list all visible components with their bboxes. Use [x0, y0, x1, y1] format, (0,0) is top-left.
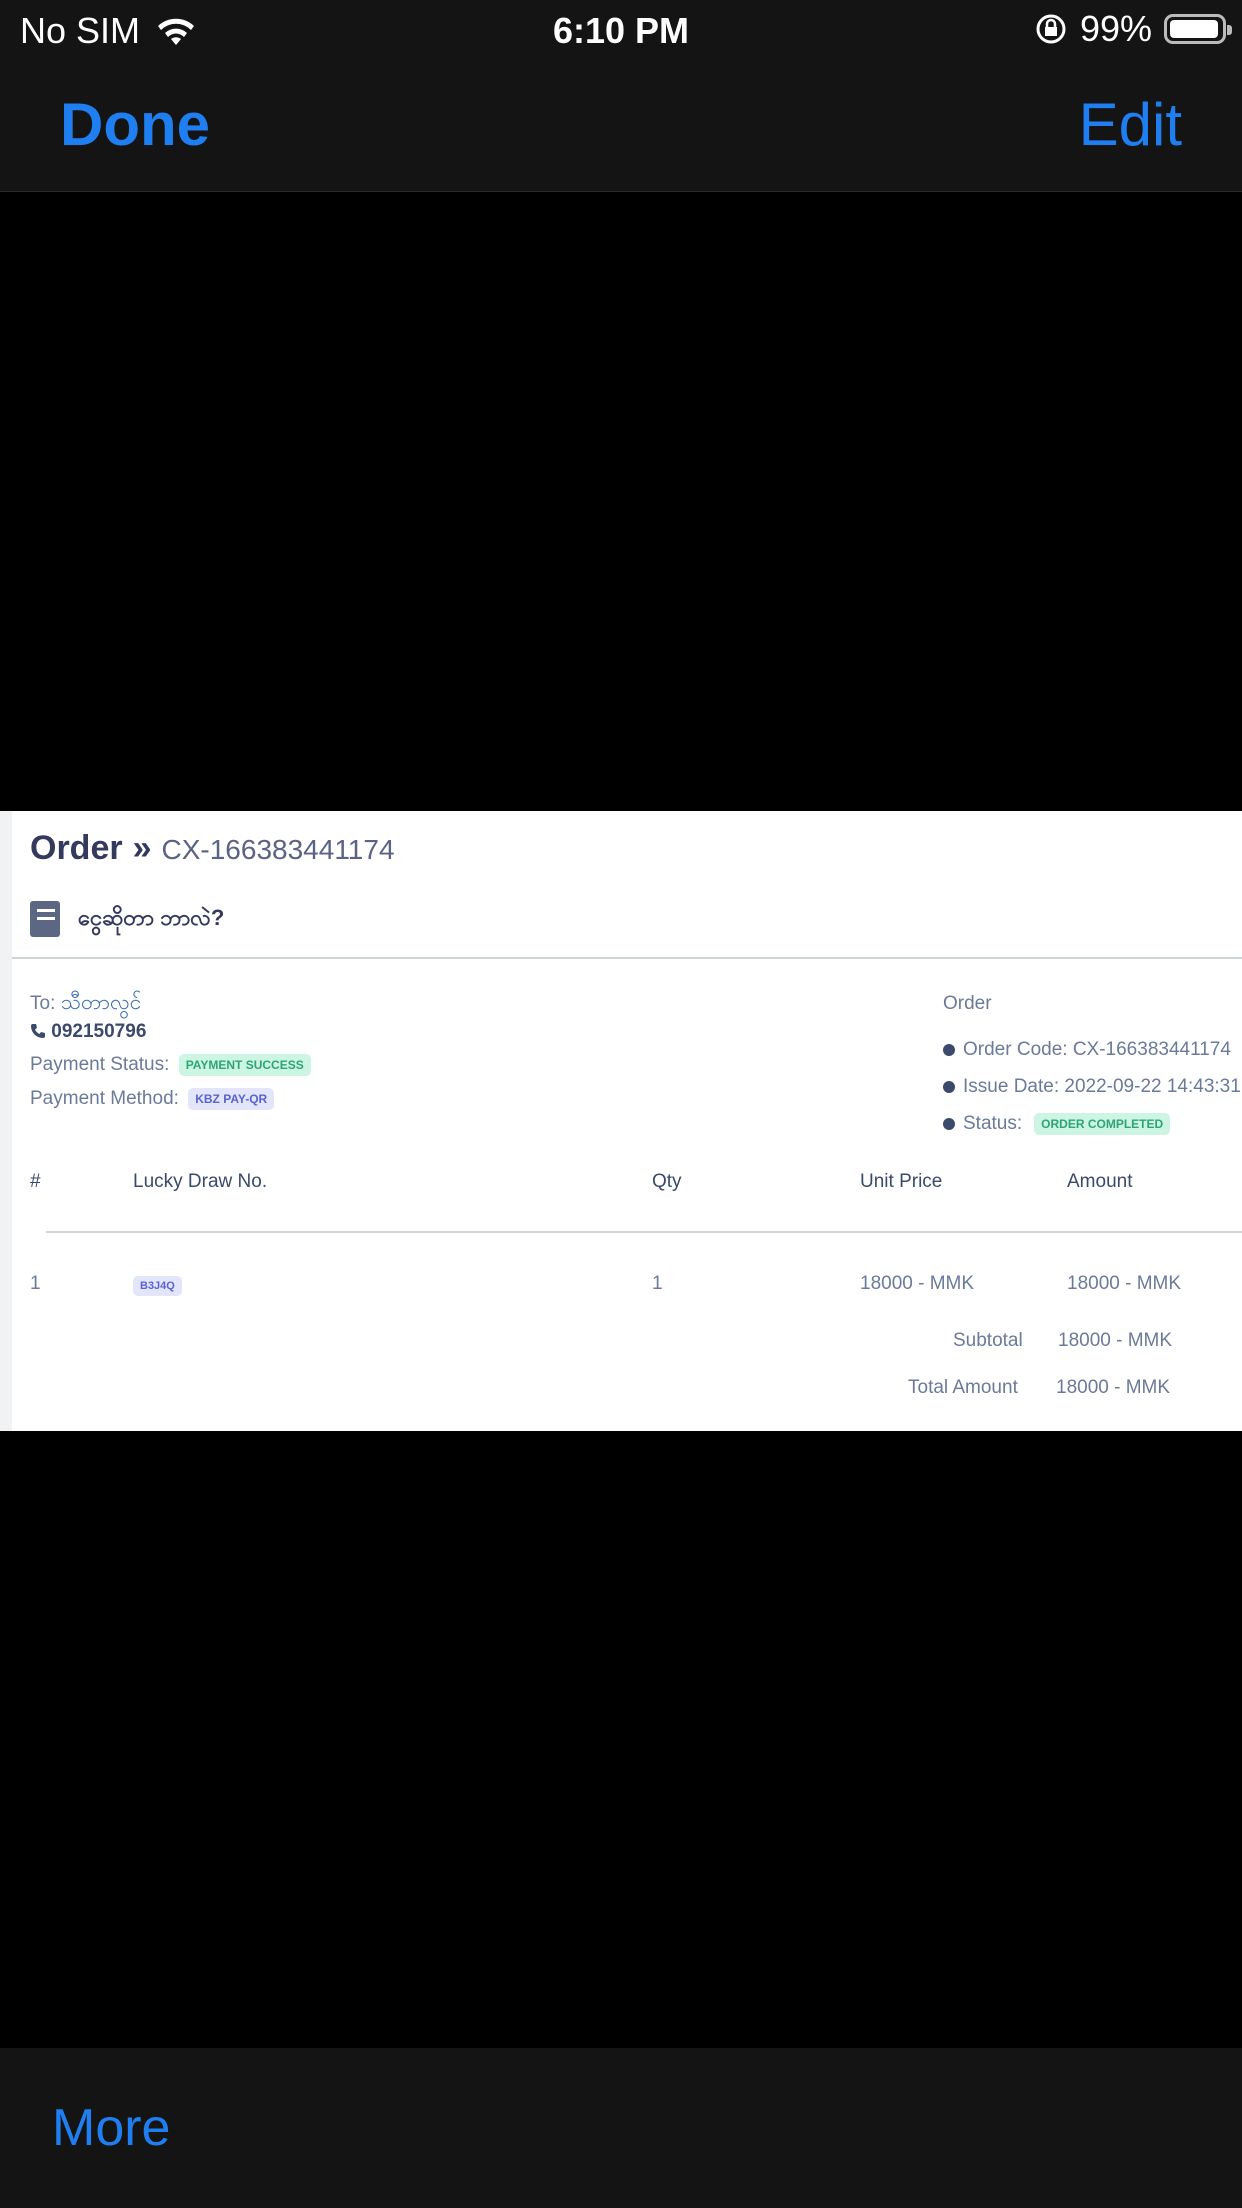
row-qty: 1	[652, 1273, 663, 1294]
payment-status: Payment Status: PAYMENT SUCCESS	[30, 1054, 311, 1076]
divider	[12, 957, 1242, 959]
col-header-qty: Qty	[652, 1171, 682, 1192]
order-status-badge: ORDER COMPLETED	[1034, 1112, 1171, 1135]
book-icon	[30, 901, 60, 937]
col-header-num: #	[30, 1171, 41, 1192]
status-line: Status: ORDER COMPLETED	[943, 1105, 1241, 1142]
col-header-lucky-draw: Lucky Draw No.	[133, 1171, 268, 1192]
order-info-heading: Order	[943, 993, 992, 1014]
done-button[interactable]: Done	[60, 90, 210, 159]
issue-date-text: Issue Date: 2022-09-22 14:43:31	[963, 1075, 1241, 1097]
row-lucky-draw: B3J4Q	[133, 1273, 182, 1296]
payment-status-label: Payment Status:	[30, 1054, 170, 1076]
total-value: 18000 - MMK	[1056, 1377, 1171, 1398]
payment-method-badge: KBZ PAY-QR	[188, 1088, 275, 1110]
product-heading: ငွေဆိုတာ ဘာလဲ?	[30, 901, 224, 937]
phone-number: 092150796	[51, 1021, 147, 1042]
bullet-icon	[943, 1117, 955, 1130]
bottom-toolbar: More	[0, 2048, 1242, 2208]
page-title: Order » CX-166383441174	[30, 829, 395, 868]
status-label: Status:	[963, 1112, 1023, 1134]
order-info: Order Order Code: CX-166383441174 Issue …	[943, 993, 1241, 1142]
phone: 092150796	[30, 1021, 146, 1043]
row-unit-price: 18000 - MMK	[860, 1273, 975, 1294]
order-code-text: Order Code: CX-166383441174	[963, 1038, 1231, 1060]
status-bar: No SIM 6:10 PM 99%	[0, 0, 1242, 62]
bullet-icon	[943, 1080, 955, 1093]
order-code-title: CX-166383441174	[161, 834, 395, 865]
left-strip	[0, 811, 12, 1431]
row-num: 1	[30, 1273, 41, 1294]
chevrons-icon: »	[132, 829, 152, 867]
total-label: Total Amount	[908, 1377, 1018, 1398]
product-name: ငွေဆိုတာ ဘာလဲ?	[78, 904, 225, 930]
order-screenshot-image: Order » CX-166383441174 ငွေဆိုတာ ဘာလဲ? T…	[0, 811, 1242, 1431]
col-header-amount: Amount	[1067, 1171, 1133, 1192]
more-button[interactable]: More	[52, 2098, 170, 2158]
phone-icon	[31, 1024, 45, 1038]
battery-icon	[1164, 14, 1232, 44]
issue-date-line: Issue Date: 2022-09-22 14:43:31	[943, 1068, 1241, 1105]
recipient: To: သီတာလွင်	[30, 989, 141, 1020]
subtotal-label: Subtotal	[953, 1330, 1023, 1351]
row-amount: 18000 - MMK	[1067, 1273, 1182, 1294]
edit-button[interactable]: Edit	[1079, 90, 1182, 159]
payment-status-badge: PAYMENT SUCCESS	[178, 1054, 311, 1076]
col-header-unit-price: Unit Price	[860, 1171, 943, 1192]
battery-percent: 99%	[1079, 8, 1152, 49]
payment-method-label: Payment Method:	[30, 1088, 179, 1110]
bullet-icon	[943, 1043, 955, 1056]
lucky-draw-badge: B3J4Q	[133, 1276, 182, 1296]
payment-method: Payment Method: KBZ PAY-QR	[30, 1088, 275, 1110]
rotation-lock-icon	[1036, 14, 1066, 44]
status-right: 99%	[1034, 8, 1232, 50]
order-title: Order	[30, 829, 123, 867]
recipient-name: သီတာလွင်	[60, 991, 142, 1014]
subtotal-value: 18000 - MMK	[1058, 1330, 1173, 1351]
order-code-line: Order Code: CX-166383441174	[943, 1031, 1241, 1068]
to-label: To:	[30, 993, 56, 1014]
navigation-bar: Done Edit	[0, 62, 1242, 192]
table-divider	[46, 1231, 1242, 1233]
